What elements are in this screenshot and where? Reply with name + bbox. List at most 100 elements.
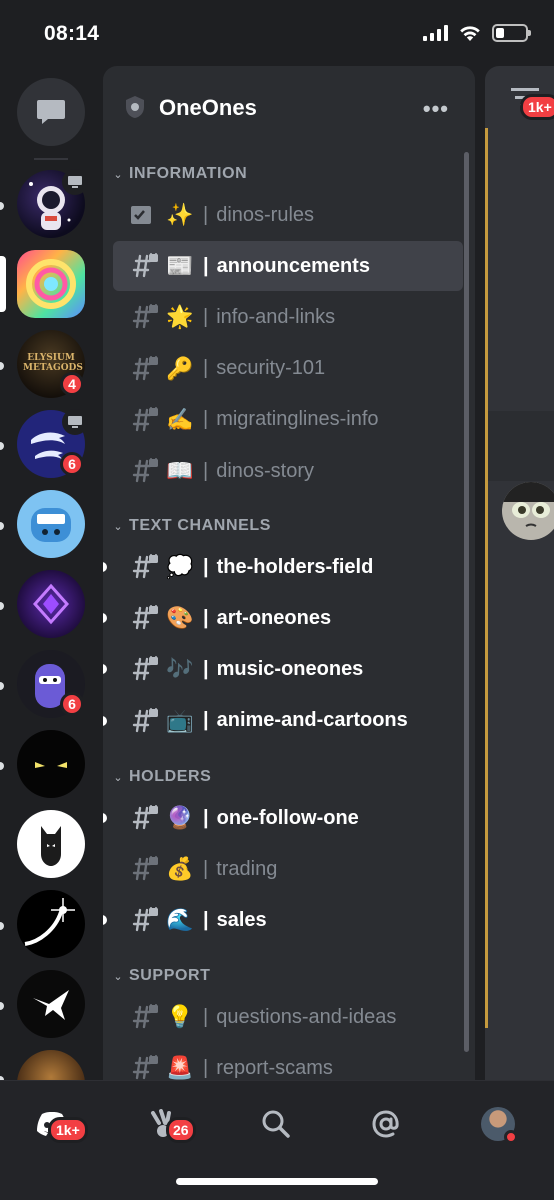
nav-search[interactable]: [246, 1099, 306, 1149]
glowing-eyes-icon: [35, 762, 67, 768]
unread-indicator: [0, 682, 4, 690]
channel-item[interactable]: 🔮 | one-follow-one: [103, 793, 463, 843]
server-icon-purple-logo[interactable]: [17, 570, 85, 638]
server-icon-monster[interactable]: [17, 490, 85, 558]
locked-hash-icon: [129, 252, 159, 280]
rail-separator: [34, 158, 68, 160]
locked-hash-icon: [129, 906, 159, 934]
channel-emoji: 💰: [166, 856, 194, 882]
channel-item[interactable]: 🎶 | music-oneones: [103, 644, 463, 694]
unread-indicator: [0, 602, 4, 610]
message-avatar[interactable]: [502, 482, 554, 540]
channel-separator: |: [203, 1056, 209, 1079]
channel-separator: |: [203, 305, 209, 328]
unread-indicator: [0, 362, 4, 370]
channel-name: migratinglines-info: [216, 408, 379, 431]
channel-name: trading: [216, 857, 278, 880]
chevron-down-icon: ⌄: [113, 520, 123, 533]
channel-emoji: 📖: [166, 458, 194, 483]
category-header[interactable]: ⌄ SUPPORT: [103, 964, 211, 988]
category-header[interactable]: ⌄ INFORMATION: [103, 162, 247, 186]
selected-server-pill: [0, 256, 6, 312]
channel-item[interactable]: ✍️ | migratinglines-info: [113, 395, 463, 445]
channel-name: questions-and-ideas: [216, 1005, 397, 1028]
unread-indicator: [103, 813, 107, 823]
server-icon-partial[interactable]: [17, 1050, 85, 1080]
mask-icon: [41, 826, 61, 866]
channel-name: announcements: [216, 254, 370, 277]
channel-separator: |: [203, 857, 209, 880]
channel-emoji: 🎨: [166, 605, 194, 631]
channel-item[interactable]: 🌟 | info-and-links: [113, 292, 463, 342]
channel-panel: OneOnes ••• ⌄ INFORMATION ✨ | dinos-rules 📰 | a…: [103, 66, 475, 1080]
nav-profile[interactable]: [468, 1099, 528, 1149]
server-icon-comet[interactable]: [17, 890, 85, 958]
locked-hash-icon: [129, 655, 159, 683]
channel-item[interactable]: 🚨 | report-scams: [113, 1043, 463, 1080]
channel-separator: |: [203, 254, 209, 277]
chat-peek[interactable]: [485, 66, 554, 1080]
monitor-icon: [68, 416, 82, 428]
nav-mentions[interactable]: [356, 1099, 416, 1149]
battery-icon: [492, 24, 531, 42]
channel-item[interactable]: 🎨 | art-oneones: [103, 593, 463, 643]
locked-hash-icon: [129, 457, 159, 485]
channel-item[interactable]: 🔑 | security-101: [113, 344, 463, 394]
scrollbar[interactable]: [464, 152, 469, 1052]
unread-indicator: [0, 762, 4, 770]
channel-separator: |: [203, 203, 209, 226]
channel-item[interactable]: 🌊 | sales: [103, 895, 463, 945]
channel-item[interactable]: 💰 | trading: [113, 844, 463, 894]
home-badge: 1k+: [48, 1117, 88, 1143]
server-rail: ELYSIUM METAGODS 4 6 6: [0, 66, 100, 1080]
status-icons: [423, 24, 531, 42]
wifi-icon: [460, 26, 480, 41]
search-icon: [262, 1110, 290, 1138]
channel-emoji: ✍️: [166, 406, 194, 432]
chevron-down-icon: ⌄: [113, 970, 123, 983]
channel-emoji: ✨: [166, 202, 194, 227]
server-icon-oneones[interactable]: [17, 250, 85, 318]
channel-item[interactable]: 📰 | announcements: [113, 241, 463, 292]
category-label: SUPPORT: [129, 967, 211, 984]
locked-hash-icon: [129, 604, 159, 632]
channel-emoji: 📰: [166, 253, 194, 279]
server-icon-bird[interactable]: [17, 970, 85, 1038]
mention-badge: 6: [60, 452, 84, 476]
channel-emoji: 📺: [166, 707, 194, 733]
peek-badge: 1k+: [520, 94, 554, 120]
channel-separator: |: [203, 709, 209, 732]
server-icon-eyes[interactable]: [17, 730, 85, 798]
voice-activity-indicator: [62, 409, 88, 435]
channel-name: anime-and-cartoons: [216, 709, 408, 732]
channel-name: music-oneones: [216, 657, 364, 680]
server-header[interactable]: OneOnes •••: [103, 66, 475, 148]
locked-hash-icon: [129, 303, 159, 331]
channel-name: one-follow-one: [216, 806, 359, 829]
server-name: OneOnes: [159, 95, 257, 120]
unread-indicator: [103, 562, 107, 572]
monster-icon: [31, 508, 71, 542]
channel-name: art-oneones: [216, 606, 332, 629]
channel-item[interactable]: 💭 | the-holders-field: [103, 542, 463, 592]
channel-item[interactable]: ✨ | dinos-rules: [113, 190, 463, 240]
more-options-button[interactable]: •••: [423, 96, 449, 122]
locked-hash-icon: [129, 1054, 159, 1080]
channel-item[interactable]: 📖 | dinos-story: [113, 446, 463, 496]
chevron-down-icon: ⌄: [113, 168, 123, 181]
channel-separator: |: [203, 606, 209, 629]
category-header[interactable]: ⌄ TEXT CHANNELS: [103, 514, 271, 538]
channel-separator: |: [203, 408, 209, 431]
locked-hash-icon: [129, 355, 159, 383]
locked-hash-icon: [129, 406, 159, 434]
channel-separator: |: [203, 459, 209, 482]
channel-item[interactable]: 💡 | questions-and-ideas: [113, 992, 463, 1042]
cellular-signal-icon: [423, 25, 448, 41]
channel-item[interactable]: 📺 | anime-and-cartoons: [103, 696, 463, 746]
category-header[interactable]: ⌄ HOLDERS: [103, 765, 211, 789]
direct-messages-button[interactable]: [17, 78, 85, 146]
status-bar: 08:14: [0, 0, 554, 66]
server-icon-mask[interactable]: [17, 810, 85, 878]
dnd-status-icon: [504, 1130, 518, 1144]
at-mention-icon: [372, 1110, 399, 1138]
